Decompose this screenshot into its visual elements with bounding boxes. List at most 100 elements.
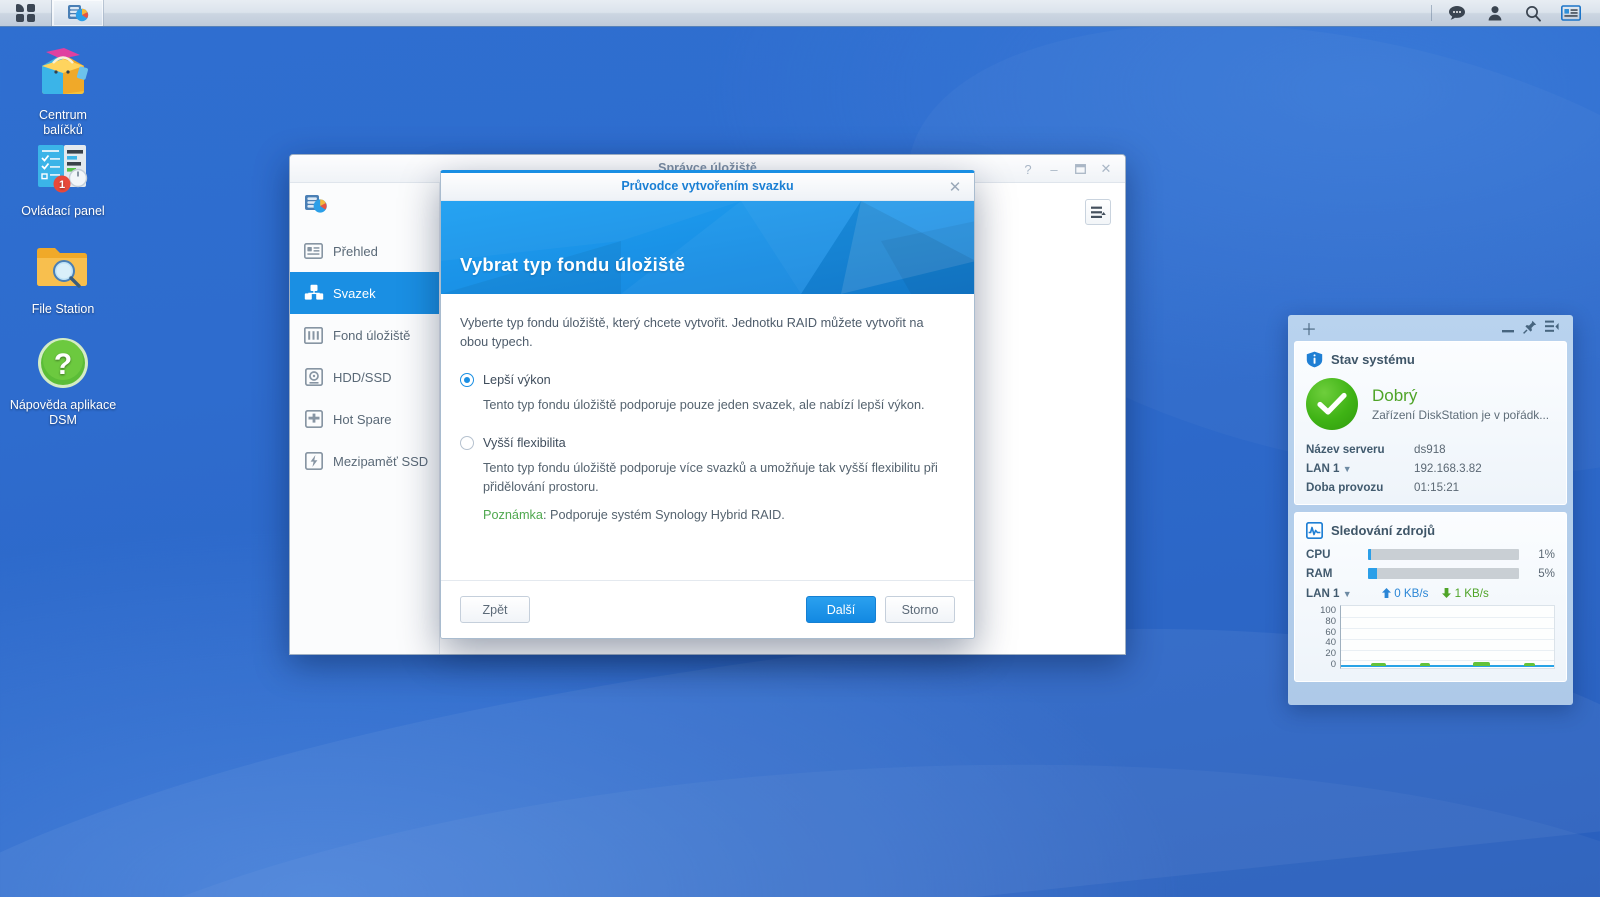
user-options-button[interactable] [1476,0,1514,27]
download-series-point [1473,662,1491,666]
field-lan1[interactable]: LAN 1 ▼ 192.168.3.82 [1295,459,1566,478]
radio-better-performance[interactable] [460,373,474,387]
volume-creation-wizard-dialog: Průvodce vytvořením svazku ✕ Vybrat typ … [440,170,975,639]
taskbar-app-storage-manager[interactable] [52,0,104,26]
desktop-icon-label-2: DSM [49,413,77,427]
cpu-usage-bar [1368,549,1519,560]
sidebar-item-svazek[interactable]: Svazek [290,272,439,314]
sidebar-item-label: Svazek [333,285,376,301]
desktop-icon-file-station[interactable]: File Station [4,238,122,317]
status-ok-icon [1306,378,1358,430]
option-label: Vyšší flexibilita [483,436,566,450]
wizard-footer: Zpět Další Storno [441,580,974,638]
next-button[interactable]: Další [806,596,876,623]
meter-value: 5% [1538,567,1555,580]
storage-manager-sidebar: Přehled Svazek Fond úložiště HDD/SSD Hot… [290,183,440,654]
hot-spare-icon [303,409,324,430]
help-button[interactable]: ? [1015,155,1041,183]
desktop-icon-label: Ovládací panel [21,204,105,218]
list-view-button[interactable] [1085,199,1111,225]
lan-label[interactable]: LAN 1 ▼ [1306,587,1368,600]
option-note: Poznámka: Podporuje systém Synology Hybr… [483,506,955,525]
field-value: ds918 [1414,443,1446,456]
minimize-icon [1502,329,1514,332]
desktop-icon-label-2: balíčků [43,123,83,137]
sidebar-item-prehled[interactable]: Přehled [290,230,439,272]
lan-throughput-row: LAN 1 ▼ 0 KB/s 1 KB/s [1295,583,1566,602]
collapse-panel-icon [1545,320,1559,332]
field-server-name: Název serveru ds918 [1295,440,1566,459]
lan-upload: 0 KB/s [1382,587,1428,600]
sidebar-item-hot-spare[interactable]: Hot Spare [290,398,439,440]
person-icon [1488,6,1502,21]
option-better-performance[interactable]: Lepší výkon Tento typ fondu úložiště pod… [460,373,955,415]
desktop-icon-package-center[interactable]: Centrum balíčků [4,44,122,138]
desktop-icon-label: Centrum [39,108,87,122]
close-button[interactable]: ✕ [1093,155,1119,183]
sidebar-item-hdd-ssd[interactable]: HDD/SSD [290,356,439,398]
widgets-button[interactable] [1552,0,1590,27]
lan-download-value: 1 KB/s [1454,587,1489,600]
lan-label-text: LAN 1 [1306,587,1340,600]
download-series-point [1524,663,1535,666]
taskbar-tray [1425,0,1600,26]
option-higher-flexibility[interactable]: Vyšší flexibilita Tento typ fondu úložiš… [460,436,955,525]
chevron-down-icon[interactable]: ▼ [1343,589,1352,599]
badge-count: 1 [59,179,65,191]
option-higher-flexibility-head[interactable]: Vyšší flexibilita [460,436,955,450]
svg-text:?: ? [54,348,72,381]
ssd-cache-icon [303,451,324,472]
desktop-icon-label: Nápověda aplikace [9,398,117,412]
field-value: 01:15:21 [1414,481,1460,494]
chart-plot-area [1340,605,1555,669]
resource-monitor-title-row: Sledování zdrojů [1295,513,1566,545]
option-label: Lepší výkon [483,373,551,387]
meter-cpu: CPU 1% [1295,545,1566,564]
cancel-button[interactable]: Storno [885,596,955,623]
arrow-down-icon [1442,588,1452,598]
sidebar-item-label: Fond úložiště [333,327,411,343]
meter-label: CPU [1306,548,1331,561]
list-view-icon [1090,206,1106,218]
sidebar-item-label: Hot Spare [333,411,392,427]
search-button[interactable] [1514,0,1552,27]
system-health-title: Stav systému [1331,352,1415,367]
chevron-down-icon[interactable]: ▼ [1343,464,1352,474]
lan-upload-value: 0 KB/s [1394,587,1429,600]
ram-usage-bar [1368,568,1519,579]
arrow-up-icon [1382,588,1391,598]
main-menu-button[interactable] [0,0,52,26]
system-health-status: Dobrý [1372,386,1418,405]
field-value: 192.168.3.82 [1414,462,1482,475]
widget-panel-header: ＋ [1294,315,1567,341]
collapse-widgets-button[interactable] [1541,320,1563,336]
wizard-close-button[interactable]: ✕ [944,173,966,201]
desktop-icon-control-panel[interactable]: 1 Ovládací panel [4,140,122,219]
desktop-icon-dsm-help[interactable]: ? Nápověda aplikace DSM [4,334,122,428]
system-health-title-row: Stav systému [1295,342,1566,374]
minimize-widgets-button[interactable] [1497,321,1519,336]
back-button[interactable]: Zpět [460,596,530,623]
widget-panel: ＋ Stav systému Dobrý Zařízení DiskStatio… [1288,315,1573,705]
maximize-button[interactable] [1067,155,1093,183]
y-tick: 0 [1330,658,1336,670]
radio-higher-flexibility[interactable] [460,436,474,450]
system-health-status-row: Dobrý Zařízení DiskStation je v pořádk..… [1295,374,1566,440]
sidebar-item-mezipamet-ssd[interactable]: Mezipaměť SSD [290,440,439,482]
wizard-intro-text: Vyberte typ fondu úložiště, který chcete… [460,316,924,349]
meter-value: 1% [1538,548,1555,561]
download-series-point [1370,663,1386,666]
wizard-banner-heading: Vybrat typ fondu úložiště [460,254,686,275]
field-uptime: Doba provozu 01:15:21 [1295,478,1566,504]
pin-widgets-button[interactable] [1519,320,1541,337]
sidebar-item-fond-uloziste[interactable]: Fond úložiště [290,314,439,356]
magnifier-icon [1525,5,1541,22]
option-better-performance-head[interactable]: Lepší výkon [460,373,955,387]
sidebar-item-label: Mezipaměť SSD [333,453,429,469]
add-widget-button[interactable]: ＋ [1298,316,1320,340]
notifications-button[interactable] [1438,0,1476,27]
storage-manager-icon [68,5,89,22]
wizard-titlebar[interactable]: Průvodce vytvořením svazku ✕ [441,173,974,201]
meter-label: RAM [1306,567,1333,580]
minimize-button[interactable]: – [1041,155,1067,183]
